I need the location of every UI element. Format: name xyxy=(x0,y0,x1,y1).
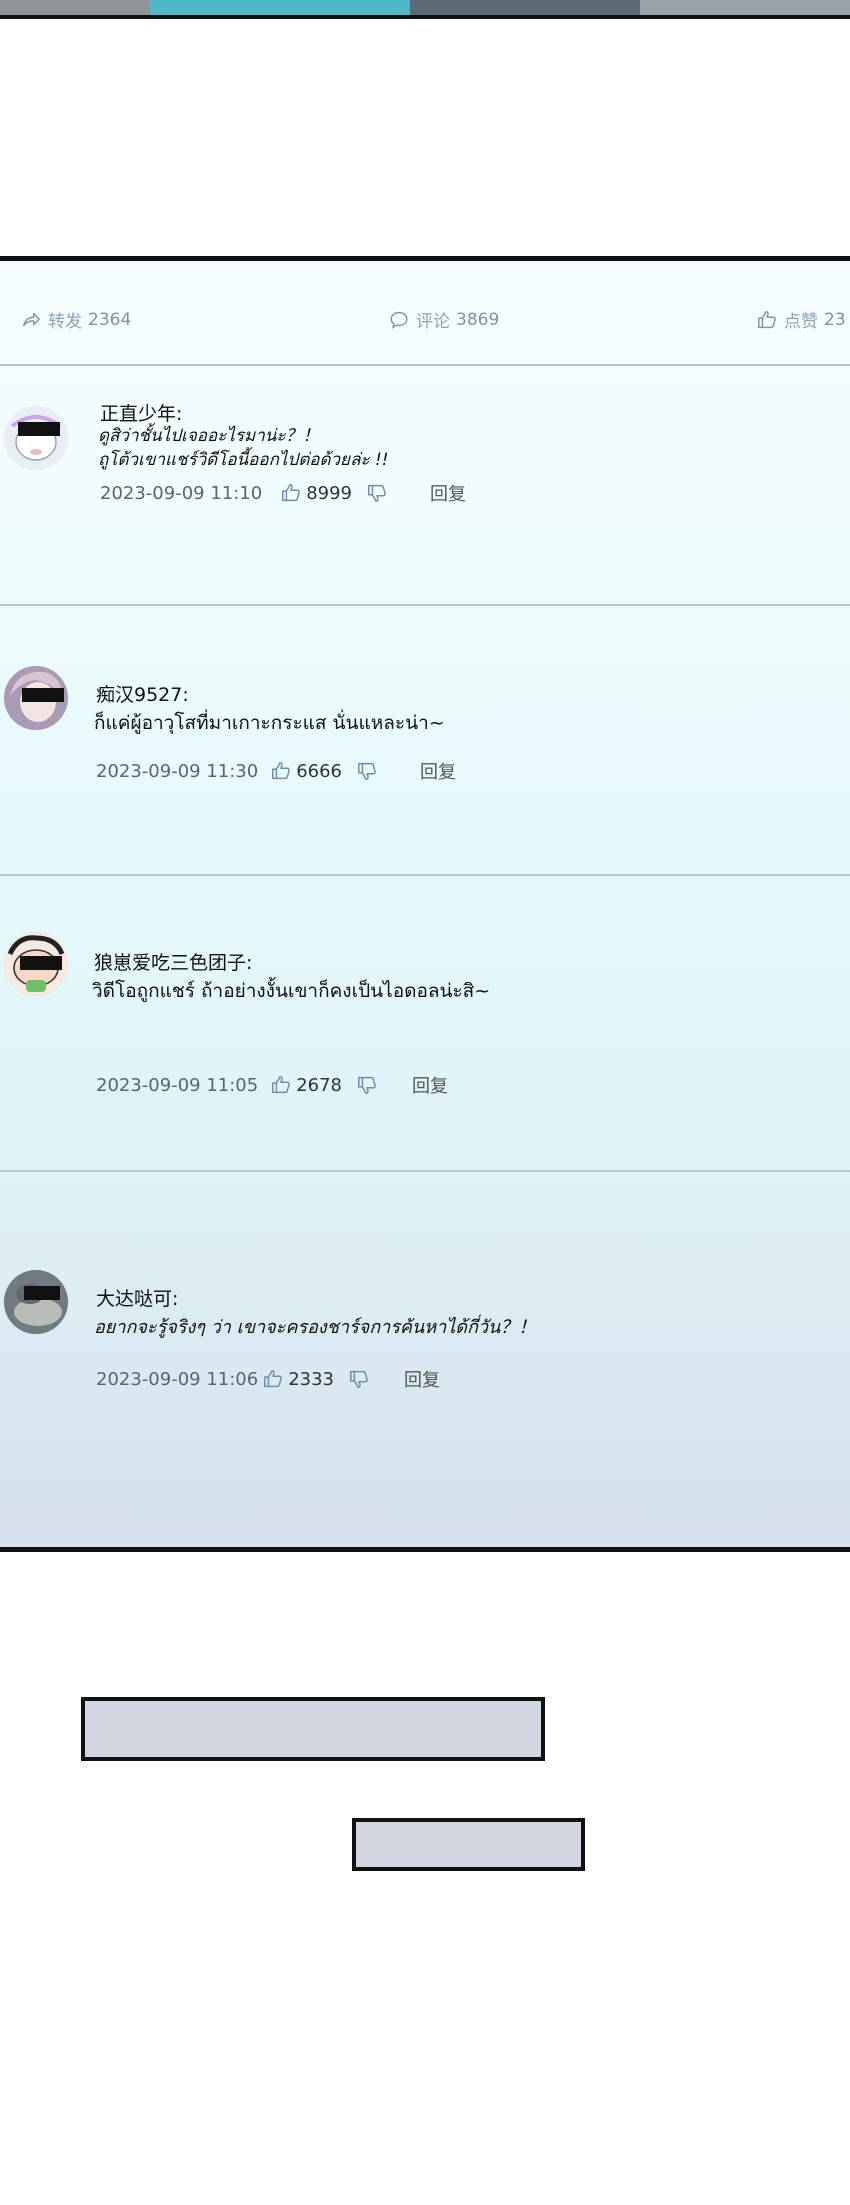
comment-text: วิดีโอถูกแชร์ ถ้าอย่างงั้นเขาก็คงเป็นไอด… xyxy=(92,980,491,1002)
comment-date: 2023-09-09 11:06 xyxy=(96,1368,259,1390)
avatar[interactable] xyxy=(4,932,68,996)
like-stat[interactable]: 点赞 23 xyxy=(756,307,846,332)
comment-panel: 转发 2364 评论 3869 点赞 23 正直少年: ดูสิว่าชั้นไ… xyxy=(0,256,850,1552)
comment-item: 狼崽爱吃三色团子: วิดีโอถูกแชร์ ถ้าอย่างงั้นเขาก… xyxy=(0,876,850,1170)
avatar[interactable] xyxy=(4,1270,68,1334)
commenter-name[interactable]: 正直少年: xyxy=(100,399,182,426)
thumbs-up-icon xyxy=(758,310,776,328)
like-count: 23 xyxy=(824,309,846,330)
avatar[interactable] xyxy=(4,666,68,730)
reply-button[interactable]: 回复 xyxy=(430,480,466,506)
comment-date: 2023-09-09 11:30 xyxy=(96,760,259,782)
commenter-name[interactable]: 大达哒可: xyxy=(96,1284,178,1311)
thumbs-up-icon[interactable] xyxy=(262,1368,284,1390)
commenter-name[interactable]: 痴汉9527: xyxy=(96,680,189,707)
share-stat[interactable]: 转发 2364 xyxy=(20,307,131,332)
avatar-image xyxy=(4,406,68,470)
reply-button[interactable]: 回复 xyxy=(420,758,456,784)
like-count: 2678 xyxy=(296,1074,343,1096)
empty-speech-box xyxy=(352,1818,585,1871)
comment-meta: 2023-09-09 11:06 2333 回复 xyxy=(96,1366,440,1392)
previous-panel-strip xyxy=(0,0,850,19)
thumbs-up-icon[interactable] xyxy=(270,760,292,782)
thumbs-down-icon[interactable] xyxy=(356,760,378,782)
reply-button[interactable]: 回复 xyxy=(404,1366,440,1392)
thumbs-up-icon[interactable] xyxy=(280,482,302,504)
avatar-image xyxy=(4,1270,68,1334)
commenter-name[interactable]: 狼崽爱吃三色团子: xyxy=(94,948,252,975)
comment-stat[interactable]: 评论 3869 xyxy=(388,307,499,332)
comment-item: 大达哒可: อยากจะรู้จริงๆ ว่า เขาจะครองชาร์จก… xyxy=(0,1172,850,1547)
comment-bubble-icon xyxy=(390,311,408,329)
avatar[interactable] xyxy=(4,406,68,470)
thumbs-down-icon[interactable] xyxy=(348,1368,370,1390)
comment-item: 痴汉9527: ก็แค่ผู้อาวุโสที่มาเกาะกระแส นั่… xyxy=(0,606,850,874)
like-count: 8999 xyxy=(306,482,353,504)
comment-text: ดูสิว่าชั้นไปเจออะไรมาน่ะ？！ xyxy=(98,426,320,446)
comment-item: 正直少年: ดูสิว่าชั้นไปเจออะไรมาน่ะ？！ ถูโต้ว… xyxy=(0,366,850,604)
comment-text: ก็แค่ผู้อาวุโสที่มาเกาะกระแส นั่นแหละน่า… xyxy=(94,712,445,734)
share-count: 2364 xyxy=(88,309,132,330)
stats-bar: 转发 2364 评论 3869 点赞 23 xyxy=(0,261,850,361)
comment-date: 2023-09-09 11:10 xyxy=(100,482,263,504)
comment-count: 3869 xyxy=(456,309,500,330)
thumbs-down-icon[interactable] xyxy=(366,482,388,504)
share-icon xyxy=(22,312,40,326)
reply-button[interactable]: 回复 xyxy=(412,1072,448,1098)
like-label: 点赞 xyxy=(784,312,818,332)
like-count: 6666 xyxy=(296,760,343,782)
like-count: 2333 xyxy=(288,1368,335,1390)
comment-label: 评论 xyxy=(416,312,450,332)
comment-date: 2023-09-09 11:05 xyxy=(96,1074,259,1096)
comment-text-line2: ถูโต้วเขาแชร์วิดีโอนี้ออกไปต่อด้วยล่ะ !! xyxy=(98,450,389,470)
share-label: 转发 xyxy=(48,312,82,332)
comment-meta: 2023-09-09 11:30 6666 回复 xyxy=(96,758,456,784)
comment-meta: 2023-09-09 11:05 2678 回复 xyxy=(96,1072,448,1098)
comment-meta: 2023-09-09 11:10 8999 回复 xyxy=(100,480,466,506)
thumbs-down-icon[interactable] xyxy=(356,1074,378,1096)
empty-speech-box xyxy=(81,1697,545,1761)
thumbs-up-icon[interactable] xyxy=(270,1074,292,1096)
comment-text: อยากจะรู้จริงๆ ว่า เขาจะครองชาร์จการค้นห… xyxy=(94,1317,537,1338)
